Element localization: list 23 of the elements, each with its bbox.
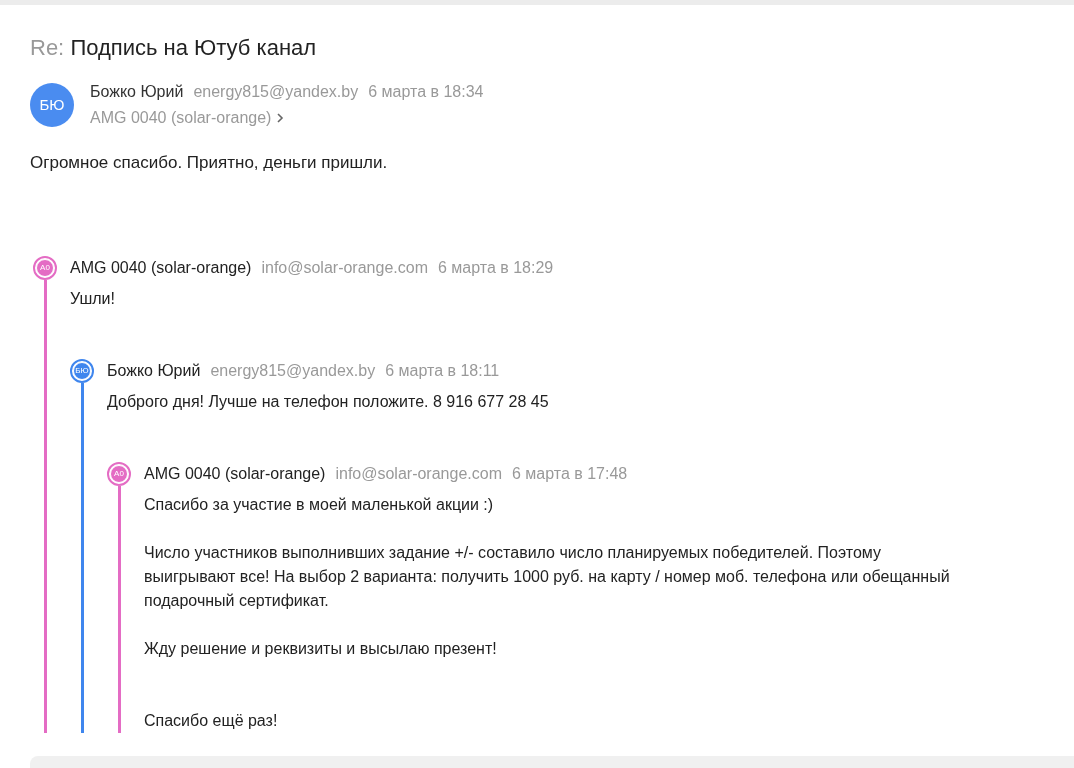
subject-heading: Re: Подпись на Ютуб канал [30, 34, 318, 62]
sender-name: Божко Юрий [90, 82, 184, 102]
message-date: 6 марта в 17:48 [511, 463, 628, 484]
sender-name: AMG 0040 (solar-orange) [70, 257, 252, 278]
avatar-initials: A0 [36, 258, 54, 277]
message-date: 6 марта в 18:34 [368, 82, 484, 102]
message-date: 6 марта в 18:29 [437, 257, 554, 278]
chevron-right-icon [277, 113, 285, 123]
sender-email: energy815@yandex.by [210, 360, 376, 381]
message-body: Спасибо за участие в моей маленькой акции :) Число участников выполнивших задание +/- составило число планируемых победителей. Поэтому выигрывают все! На выбор 2 варианта: получить 1000 руб. на карту / номер моб. телефона или обещанный подарочный сертификат. Жду решение и реквизиты и высылаю презент! Спасибо ещё раз! [144, 494, 951, 731]
sender-name: Божко Юрий [107, 360, 201, 381]
message-body: Доброго дня! Лучше на телефон положите. 8 916 677 28 45 [107, 391, 550, 412]
recipient-link[interactable]: AMG 0040 (solar-orange) [90, 106, 484, 130]
avatar-initials: A0 [110, 464, 128, 483]
avatar-initials: БЮ [73, 361, 91, 380]
message-date: 6 марта в 18:11 [385, 360, 500, 381]
sender-email: info@solar-orange.com [261, 257, 428, 278]
sender-email: energy815@yandex.by [193, 82, 359, 102]
avatar: БЮ [30, 83, 74, 127]
sender-name: AMG 0040 (solar-orange) [144, 463, 326, 484]
sender-email: info@solar-orange.com [335, 463, 502, 484]
message-body: Ушли! [70, 288, 116, 309]
message-body: Огромное спасибо. Приятно, деньги пришли. [30, 152, 389, 174]
